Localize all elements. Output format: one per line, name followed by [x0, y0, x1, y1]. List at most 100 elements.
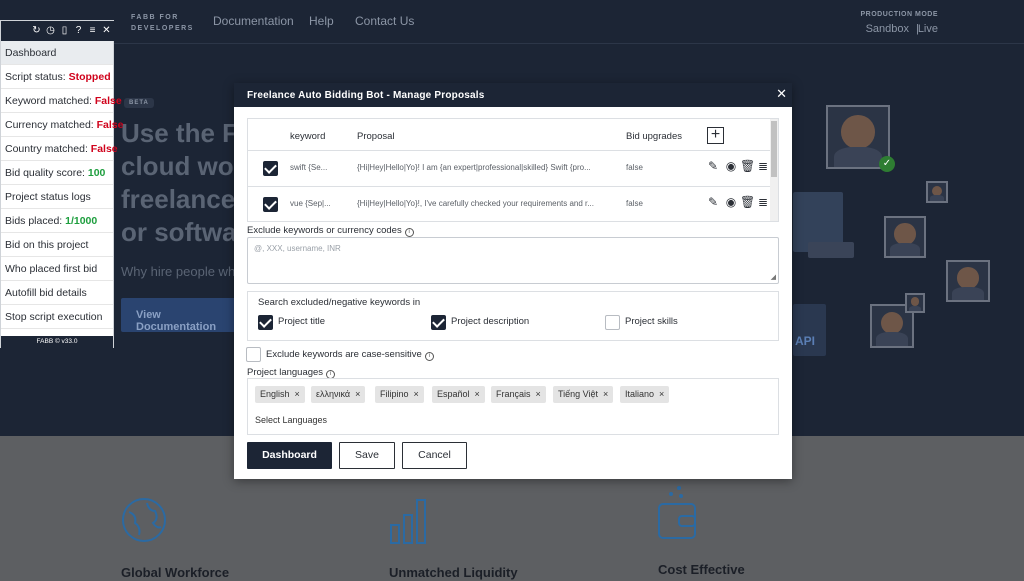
project-skills-checkbox[interactable] [605, 315, 620, 330]
nav-contact-us[interactable]: Contact Us [355, 14, 414, 28]
project-skills-label: Project skills [625, 316, 678, 327]
api-badge-label: API [795, 334, 816, 348]
freelancer-avatar-2 [926, 181, 948, 203]
row-checkbox[interactable] [263, 161, 278, 176]
add-proposal-button[interactable]: + [707, 127, 724, 144]
hero-heading-line-4: or softwa [121, 217, 237, 247]
edit-icon[interactable]: ✎ [706, 195, 720, 209]
row-keyword: swift {Se... [290, 163, 328, 172]
refresh-icon[interactable]: ↻ [31, 25, 42, 36]
language-chip[interactable]: Tiếng Việt × [553, 386, 614, 403]
close-icon[interactable]: ✕ [101, 25, 112, 36]
remove-chip-icon[interactable]: × [414, 389, 419, 399]
freelancer-avatar-6 [905, 293, 925, 313]
menu-icon[interactable]: ≡ [87, 25, 98, 36]
country-matched-value: False [90, 143, 118, 155]
site-navbar: FABB FOR DEVELOPERS Documentation Help C… [0, 0, 1024, 44]
delete-icon[interactable]: 🗑 [740, 159, 755, 173]
select-languages-placeholder[interactable]: Select Languages [255, 415, 327, 425]
nav-documentation[interactable]: Documentation [213, 14, 294, 28]
reorder-icon[interactable]: ≣ [756, 195, 770, 209]
modal-close-icon[interactable]: ✕ [776, 86, 787, 102]
dashboard-button[interactable]: Dashboard [247, 442, 332, 469]
panel-item-bids-placed[interactable]: Bids placed: 1/1000 [1, 209, 113, 233]
edit-icon[interactable]: ✎ [706, 159, 720, 173]
panel-toolbar: ↻ ◷ ▯ ? ≡ ✕ [1, 21, 115, 41]
script-status-value: Stopped [68, 71, 111, 83]
view-icon[interactable]: ◉ [724, 159, 738, 173]
case-sensitive-checkbox[interactable] [246, 347, 261, 362]
language-chip[interactable]: ελληνικά × [311, 386, 366, 403]
panel-item-label: Stop script execution [5, 311, 103, 323]
panel-item-dashboard[interactable]: Dashboard [1, 41, 113, 65]
mode-live-link[interactable]: Live [918, 23, 938, 35]
help-icon[interactable]: ? [73, 25, 84, 36]
panel-item-label: Project status logs [5, 191, 91, 203]
keyword-matched-value: False [94, 95, 122, 107]
project-title-checkbox[interactable] [258, 315, 273, 330]
resize-handle-icon[interactable]: ◢ [771, 273, 776, 281]
project-description-checkbox[interactable] [431, 315, 446, 330]
table-row[interactable]: vue {Sep|... {Hi|Hey|Hello|Yo}!, I've ca… [248, 186, 770, 222]
feature-global-workforce: Global Workforce [121, 565, 230, 580]
panel-item-keyword-matched[interactable]: Keyword matched: False [1, 89, 122, 113]
remove-chip-icon[interactable]: × [295, 389, 300, 399]
language-chip[interactable]: Español × [432, 386, 485, 403]
remove-chip-icon[interactable]: × [603, 389, 608, 399]
panel-item-autofill-bid-details[interactable]: Autofill bid details [1, 281, 113, 305]
panel-item-script-status[interactable]: Script status: Stopped [1, 65, 113, 89]
panel-item-bid-on-project[interactable]: Bid on this project [1, 233, 113, 257]
verified-check-icon: ✓ [879, 156, 895, 172]
view-documentation-button[interactable]: View Documentation [121, 298, 236, 333]
remove-chip-icon[interactable]: × [475, 389, 480, 399]
modal-header: Freelance Auto Bidding Bot - Manage Prop… [234, 83, 792, 107]
nav-help[interactable]: Help [309, 14, 334, 28]
remove-chip-icon[interactable]: × [536, 389, 541, 399]
search-excluded-title: Search excluded/negative keywords in [258, 297, 421, 308]
exclude-keywords-input[interactable]: @, XXX, username, INR ◢ [247, 237, 779, 284]
history-icon[interactable]: ◷ [45, 25, 56, 36]
column-header-proposal: Proposal [357, 131, 395, 142]
table-scrollbar-thumb[interactable] [771, 121, 777, 177]
info-icon: i [404, 228, 414, 237]
panel-item-currency-matched[interactable]: Currency matched: False [1, 113, 123, 137]
remove-chip-icon[interactable]: × [355, 389, 360, 399]
hero-subtitle: Why hire people wh [121, 264, 236, 279]
panel-item-stop-script[interactable]: Stop script execution [1, 305, 113, 329]
exclude-keywords-placeholder: @, XXX, username, INR [254, 244, 341, 253]
document-icon[interactable]: ▯ [59, 25, 70, 36]
row-bid-upgrades: false [626, 199, 643, 208]
panel-item-label: Keyword matched: [5, 95, 95, 107]
save-button[interactable]: Save [339, 442, 395, 469]
cancel-button[interactable]: Cancel [402, 442, 467, 469]
column-header-keyword: keyword [290, 131, 326, 142]
site-brand[interactable]: FABB FOR DEVELOPERS [131, 12, 194, 34]
view-icon[interactable]: ◉ [724, 195, 738, 209]
panel-item-who-placed-first-bid[interactable]: Who placed first bid [1, 257, 113, 281]
currency-matched-value: False [96, 119, 124, 131]
mode-sandbox-link[interactable]: Sandbox [866, 23, 909, 35]
language-chip[interactable]: Italiano × [620, 386, 670, 403]
panel-item-country-matched[interactable]: Country matched: False [1, 137, 118, 161]
language-chip[interactable]: English × [255, 386, 305, 403]
panel-item-label: Country matched: [5, 143, 91, 155]
panel-item-project-status-logs[interactable]: Project status logs [1, 185, 113, 209]
language-chip[interactable]: Filipino × [375, 386, 424, 403]
table-row[interactable]: swift {Se... {Hi|Hey|Hello|Yo}! I am {an… [248, 150, 770, 186]
project-title-label: Project title [278, 316, 325, 327]
table-scrollbar[interactable] [770, 119, 778, 221]
delete-icon[interactable]: 🗑 [740, 195, 755, 209]
fabb-side-panel: ↻ ◷ ▯ ? ≡ ✕ Dashboard Script status: Sto… [0, 20, 123, 348]
project-languages-select[interactable]: English × ελληνικά × Filipino × Español × Fr… [247, 378, 779, 435]
hero-heading-line-1: Use the F [121, 118, 239, 148]
wallet-icon [658, 486, 696, 539]
search-excluded-fieldset: Search excluded/negative keywords in Pro… [247, 291, 779, 341]
reorder-icon[interactable]: ≣ [756, 159, 770, 173]
panel-item-bid-quality[interactable]: Bid quality score: 100 [1, 161, 113, 185]
row-checkbox[interactable] [263, 197, 278, 212]
hero-heading-line-2: cloud wo [121, 151, 234, 181]
remove-chip-icon[interactable]: × [659, 389, 664, 399]
language-chip[interactable]: Français × [491, 386, 546, 403]
panel-item-label: Autofill bid details [5, 287, 87, 299]
production-mode-label: PRODUCTION MODE [860, 11, 938, 18]
